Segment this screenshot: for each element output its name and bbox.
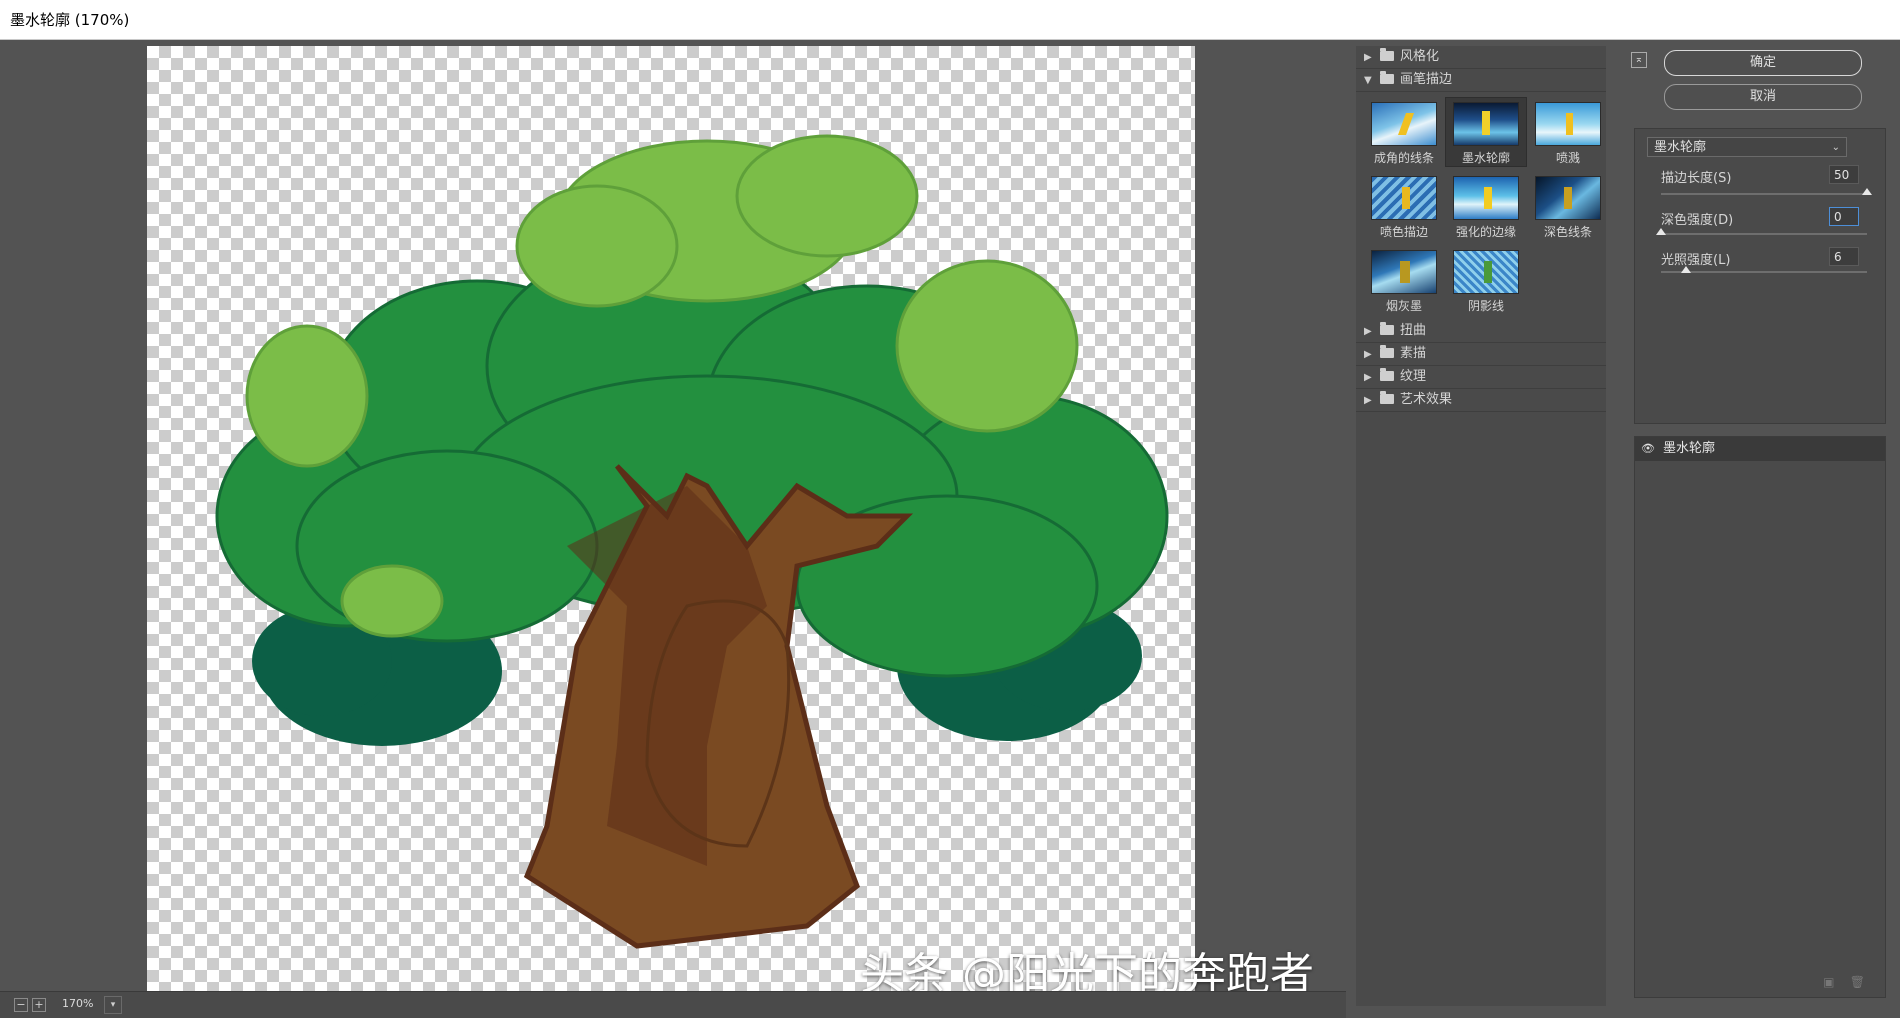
filter-thumb-ink-outlines[interactable]: 墨水轮廓 — [1445, 97, 1527, 167]
thumbnail-label: 烟灰墨 — [1385, 299, 1422, 313]
filter-parameters: 墨水轮廓 ⌄ 描边长度(S) 50 深色强度(D) 0 光照强度(L) 6 — [1634, 128, 1886, 424]
filter-gallery: ▶ 风格化 ▼ 画笔描边 成角的线条 墨水轮廓 喷溅 喷色描边 强化的边缘 深色线条 — [1356, 46, 1606, 1006]
expand-arrow-icon: ▶ — [1364, 395, 1372, 406]
light-intensity-input[interactable]: 6 — [1829, 247, 1859, 266]
filter-group-label: 风格化 — [1400, 49, 1440, 64]
thumbnail-label: 喷色描边 — [1379, 225, 1428, 239]
folder-icon — [1380, 48, 1394, 61]
light-intensity-label: 光照强度(L) — [1661, 253, 1731, 268]
thumbnail-image — [1371, 250, 1437, 294]
preview-canvas[interactable] — [147, 46, 1195, 991]
ok-button[interactable]: 确定 — [1664, 50, 1862, 76]
collapse-arrow-icon: ▼ — [1364, 75, 1372, 86]
zoom-in-button[interactable]: + — [32, 998, 46, 1012]
folder-icon — [1380, 322, 1394, 335]
effect-layer-label: 墨水轮廓 — [1663, 441, 1716, 456]
thumbnail-image — [1535, 102, 1601, 146]
dark-intensity-label: 深色强度(D) — [1661, 213, 1734, 228]
thumbnail-image — [1371, 176, 1437, 220]
filter-select[interactable]: 墨水轮廓 ⌄ — [1647, 137, 1847, 157]
stroke-length-slider[interactable] — [1661, 188, 1872, 195]
filter-thumb-dark-strokes[interactable]: 深色线条 — [1528, 172, 1608, 240]
preview-area: 头条 @阳光下的奔跑者 − + 170% ▾ — [0, 40, 1346, 1018]
dark-intensity-input[interactable]: 0 — [1829, 207, 1859, 226]
dark-intensity-slider[interactable] — [1656, 228, 1867, 235]
stroke-length-label: 描边长度(S) — [1661, 171, 1732, 186]
filter-thumb-sumi-e[interactable]: 烟灰墨 — [1364, 246, 1444, 314]
filter-group-label: 纹理 — [1400, 369, 1427, 384]
effect-layer-row[interactable]: 👁 墨水轮廓 — [1635, 437, 1885, 461]
tree-artwork — [215, 134, 1169, 949]
cancel-button[interactable]: 取消 — [1664, 84, 1862, 110]
thumbnail-label: 墨水轮廓 — [1461, 151, 1510, 165]
folder-icon — [1380, 71, 1394, 84]
filter-group-texture[interactable]: ▶ 纹理 — [1356, 366, 1606, 389]
filter-thumb-spatter[interactable]: 喷溅 — [1528, 98, 1608, 166]
zoom-bar: − + 170% ▾ — [0, 991, 1346, 1018]
slider-knob[interactable] — [1862, 188, 1872, 195]
thumbnail-image — [1535, 176, 1601, 220]
filter-thumb-sprayed-strokes[interactable]: 喷色描边 — [1364, 172, 1444, 240]
filter-group-label: 扭曲 — [1400, 323, 1427, 338]
effect-layers-panel: 👁 墨水轮廓 ▣ 🗑 — [1634, 436, 1886, 998]
thumbnail-label: 成角的线条 — [1373, 151, 1434, 165]
filter-thumb-crosshatch[interactable]: 阴影线 — [1446, 246, 1526, 314]
filter-group-brush-strokes[interactable]: ▼ 画笔描边 — [1356, 69, 1606, 92]
thumbnail-label: 深色线条 — [1543, 225, 1592, 239]
expand-arrow-icon: ▶ — [1364, 326, 1372, 337]
filter-group-stylize[interactable]: ▶ 风格化 — [1356, 46, 1606, 69]
stroke-length-input[interactable]: 50 — [1829, 165, 1859, 184]
filter-thumb-accented-edges[interactable]: 强化的边缘 — [1446, 172, 1526, 240]
delete-effect-layer-icon[interactable]: 🗑 — [1850, 975, 1865, 989]
thumbnail-image — [1453, 102, 1519, 146]
filter-thumbnails: 成角的线条 墨水轮廓 喷溅 喷色描边 强化的边缘 深色线条 烟灰墨 阴影线 — [1356, 92, 1606, 320]
eye-icon[interactable]: 👁 — [1641, 442, 1655, 456]
filter-group-distort[interactable]: ▶ 扭曲 — [1356, 320, 1606, 343]
filter-group-label: 画笔描边 — [1400, 72, 1453, 87]
zoom-dropdown-icon[interactable]: ▾ — [104, 996, 122, 1014]
folder-icon — [1380, 391, 1394, 404]
window-title: 墨水轮廓 (170%) — [0, 0, 1900, 40]
thumbnail-image — [1453, 250, 1519, 294]
folder-icon — [1380, 345, 1394, 358]
thumbnail-label: 阴影线 — [1467, 299, 1504, 313]
filter-select-value: 墨水轮廓 — [1654, 140, 1707, 155]
collapse-gallery-icon[interactable]: ⌅ — [1631, 52, 1647, 68]
thumbnail-label: 喷溅 — [1555, 151, 1580, 165]
filter-group-artistic[interactable]: ▶ 艺术效果 — [1356, 389, 1606, 412]
slider-knob[interactable] — [1680, 266, 1691, 273]
expand-arrow-icon: ▶ — [1364, 52, 1372, 63]
expand-arrow-icon: ▶ — [1364, 349, 1372, 360]
thumbnail-image — [1453, 176, 1519, 220]
filter-thumb-angled-strokes[interactable]: 成角的线条 — [1364, 98, 1444, 166]
thumbnail-image — [1371, 102, 1437, 146]
layer-buttons: ▣ 🗑 — [1823, 975, 1865, 989]
zoom-out-button[interactable]: − — [14, 998, 28, 1012]
new-effect-layer-icon[interactable]: ▣ — [1823, 975, 1834, 989]
light-intensity-slider[interactable] — [1661, 266, 1867, 273]
filter-group-sketch[interactable]: ▶ 素描 — [1356, 343, 1606, 366]
expand-arrow-icon: ▶ — [1364, 372, 1372, 383]
filter-group-label: 素描 — [1400, 346, 1427, 361]
slider-knob[interactable] — [1656, 228, 1666, 235]
chevron-down-icon: ⌄ — [1831, 142, 1840, 153]
filter-group-label: 艺术效果 — [1400, 392, 1453, 407]
folder-icon — [1380, 368, 1394, 381]
thumbnail-label: 强化的边缘 — [1455, 225, 1516, 239]
